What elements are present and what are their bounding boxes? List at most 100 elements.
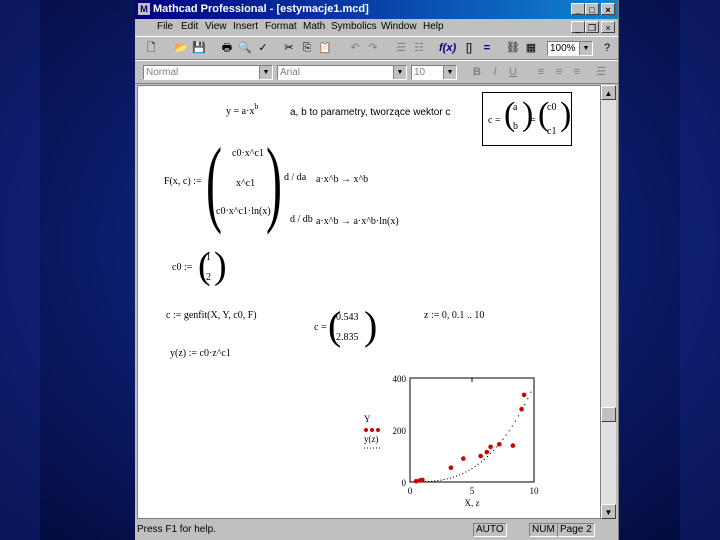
component-icon[interactable]: ▦	[523, 41, 539, 55]
font-select[interactable]: Arial ▼	[277, 65, 407, 80]
c-result-lhs: c =	[314, 322, 327, 333]
new-icon[interactable]: 🗋	[143, 41, 159, 55]
bold-icon[interactable]: B	[469, 65, 485, 79]
y-tick-label: 0	[402, 478, 407, 488]
y-axis-label-yz: y(z)	[364, 434, 379, 444]
data-point	[521, 392, 527, 398]
scroll-up-button[interactable]: ▲	[601, 85, 616, 100]
range-definition: z := 0, 0.1 .. 10	[424, 310, 485, 321]
data-point	[478, 453, 483, 459]
legend-marker	[364, 428, 368, 432]
data-point	[461, 456, 466, 461]
status-page: Page 2	[557, 523, 595, 537]
c-vector-paren-right2: )	[560, 96, 572, 133]
paste-icon[interactable]: 📋	[317, 41, 333, 55]
data-point	[484, 449, 490, 455]
maximize-button[interactable]: □	[585, 3, 599, 15]
fit-curve-point	[483, 458, 485, 460]
menu-help[interactable]: Help	[423, 21, 444, 32]
print-preview-icon[interactable]: 🔍	[237, 41, 253, 55]
fit-curve-point	[424, 481, 427, 483]
align-down-icon[interactable]: ☷	[411, 41, 427, 55]
fit-curve-point	[471, 467, 473, 470]
align-center-icon[interactable]: ≡	[551, 65, 567, 79]
x-tick-label: 5	[470, 486, 475, 496]
minimize-button[interactable]: _	[571, 3, 585, 15]
F-row3: c0·x^c1·ln(x)	[216, 206, 271, 217]
align-right-icon[interactable]: ≡	[569, 65, 585, 79]
fit-curve-point	[493, 449, 495, 451]
chevron-down-icon: ▼	[259, 66, 272, 79]
model-note: a, b to parametry, tworzące wektor c	[290, 107, 451, 118]
menu-view[interactable]: View	[205, 21, 227, 32]
insert-function-icon[interactable]: f(x)	[439, 41, 456, 55]
scroll-down-button[interactable]: ▼	[601, 504, 616, 519]
chevron-down-icon: ▼	[579, 42, 592, 55]
open-icon[interactable]: 📂	[173, 41, 189, 55]
copy-icon[interactable]: ⎘	[299, 41, 315, 55]
menu-insert[interactable]: Insert	[233, 21, 258, 32]
save-icon[interactable]: 💾	[191, 41, 207, 55]
fit-plot[interactable]: 0 200 400 0 5 10 Yy(z) X, z	[354, 368, 594, 518]
insert-hyperlink-icon[interactable]: ⛓	[505, 41, 521, 55]
insert-unit-icon[interactable]: []	[461, 41, 477, 55]
doc-close-button[interactable]: ×	[601, 21, 615, 33]
size-select[interactable]: 10 ▼	[411, 65, 457, 80]
legend-marker	[376, 428, 380, 432]
fit-curve-point	[443, 478, 445, 481]
font-value: Arial	[280, 67, 301, 78]
print-icon[interactable]: 🖶	[219, 41, 235, 55]
menu-math[interactable]: Math	[303, 21, 325, 32]
menu-window[interactable]: Window	[381, 21, 417, 32]
style-select[interactable]: Normal ▼	[143, 65, 273, 80]
fit-curve-point	[440, 479, 442, 481]
italic-icon[interactable]: I	[487, 65, 503, 79]
fit-curve-point	[508, 430, 510, 432]
vertical-scrollbar[interactable]: ▲ ▼	[601, 85, 616, 519]
menu-format[interactable]: Format	[265, 21, 297, 32]
F-paren-right: )	[266, 128, 282, 235]
cut-icon[interactable]: ✂	[281, 41, 297, 55]
fit-curve-point	[462, 472, 464, 475]
menu-symbolics[interactable]: Symbolics	[331, 21, 377, 32]
fit-curve-point	[465, 471, 467, 473]
fit-curve-point	[474, 465, 476, 468]
c0-lhs: c0 :=	[172, 262, 193, 273]
fit-curve-point	[530, 391, 532, 393]
F-row1: c0·x^c1	[232, 148, 264, 159]
fit-curve-point	[449, 477, 451, 479]
zoom-select[interactable]: 100% ▼	[547, 41, 593, 56]
bullets-icon[interactable]: ☰	[593, 65, 609, 79]
background-panel-left	[0, 0, 40, 540]
c-vector-c1: c1	[547, 126, 557, 137]
menu-bar: File Edit View Insert Format Math Symbol…	[135, 19, 618, 36]
fit-curve-point	[452, 476, 454, 478]
style-value: Normal	[146, 67, 179, 78]
model-exponent: b	[254, 102, 259, 111]
redo-icon[interactable]: ↷	[365, 41, 381, 55]
x-axis-label: X, z	[465, 498, 480, 508]
status-auto: AUTO	[473, 523, 507, 537]
fit-curve-point	[524, 403, 526, 406]
align-icon[interactable]: ☰	[393, 41, 409, 55]
title-bar: M Mathcad Professional - [estymacje1.mcd…	[135, 0, 618, 19]
c-vector-c0: c0	[547, 102, 557, 113]
help-icon[interactable]: ?	[599, 41, 615, 55]
spell-check-icon[interactable]: ✓	[255, 41, 271, 55]
align-left-icon[interactable]: ≡	[533, 65, 549, 79]
scroll-thumb[interactable]	[601, 407, 616, 422]
underline-icon[interactable]: U	[505, 65, 521, 79]
close-button[interactable]: ×	[601, 3, 615, 15]
menu-file[interactable]: File	[157, 21, 173, 32]
doc-restore-button[interactable]: ❐	[585, 21, 599, 33]
c-vector-eq: =	[530, 115, 536, 126]
c-vector-b: b	[513, 121, 518, 132]
calculate-icon[interactable]: =	[479, 41, 495, 55]
worksheet[interactable]: y = a·xb a, b to parametry, tworzące wek…	[137, 85, 601, 519]
chevron-down-icon: ▼	[393, 66, 406, 79]
doc-minimize-button[interactable]: _	[571, 21, 585, 33]
undo-icon[interactable]: ↶	[347, 41, 363, 55]
deriv-b-op: d / db	[290, 214, 313, 225]
legend-marker	[370, 428, 374, 432]
menu-edit[interactable]: Edit	[181, 21, 198, 32]
